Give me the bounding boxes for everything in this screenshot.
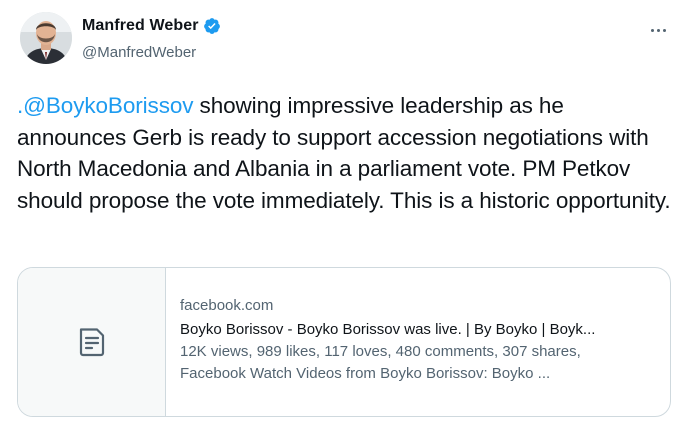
avatar[interactable] xyxy=(20,12,72,64)
link-card[interactable]: facebook.com Boyko Borissov - Boyko Bori… xyxy=(17,267,671,417)
avatar-image xyxy=(20,12,72,64)
tweet-text: .@BoykoBorissov showing impressive leade… xyxy=(17,90,677,216)
link-card-description-line: Facebook Watch Videos from Boyko Borisso… xyxy=(180,365,551,382)
more-options-icon[interactable] xyxy=(646,20,670,40)
link-card-body: facebook.com Boyko Borissov - Boyko Bori… xyxy=(180,296,660,385)
link-card-thumbnail xyxy=(18,268,166,416)
author-handle[interactable]: @ManfredWeber xyxy=(82,44,196,61)
author-name-row[interactable]: Manfred Weber xyxy=(82,17,221,35)
link-card-title: Boyko Borissov - Boyko Borissov was live… xyxy=(180,321,596,338)
tweet: Manfred Weber @ManfredWeber .@BoykoBoris… xyxy=(0,0,696,428)
link-card-domain: facebook.com xyxy=(180,297,274,314)
author-display-name[interactable]: Manfred Weber xyxy=(82,17,199,35)
mention-link[interactable]: .@BoykoBorissov xyxy=(17,93,194,118)
document-icon xyxy=(79,328,104,357)
verified-badge-icon xyxy=(203,18,220,34)
link-card-description-line: 12K views, 989 likes, 117 loves, 480 com… xyxy=(180,343,581,360)
link-card-description: 12K views, 989 likes, 117 loves, 480 com… xyxy=(180,341,660,385)
